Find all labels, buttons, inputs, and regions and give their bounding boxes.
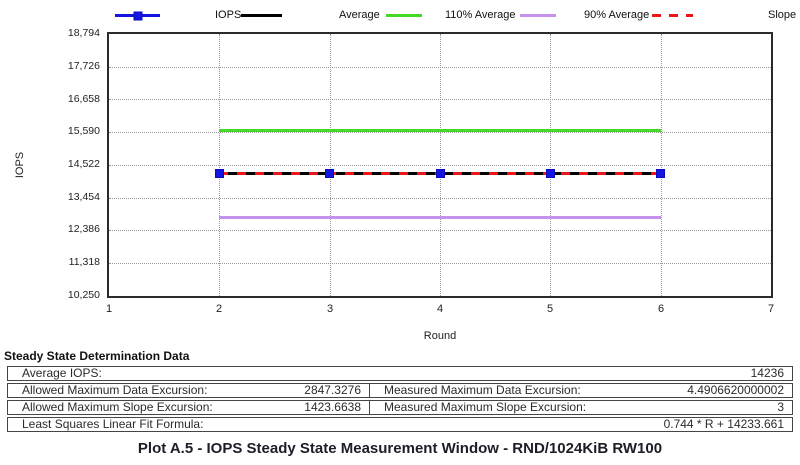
table-row-slope-excursion: Allowed Maximum Slope Excursion: 1423.66… <box>7 400 793 415</box>
legend-label-slope: Slope <box>768 9 796 21</box>
y-tick-label: 10,250 <box>0 289 100 302</box>
x-tick-label: 7 <box>756 303 786 315</box>
row-label: Allowed Maximum Data Excursion: <box>8 384 304 397</box>
x-tick-label: 1 <box>94 303 124 315</box>
table-cell-measured-slope: Measured Maximum Slope Excursion: 3 <box>370 401 792 414</box>
iops-data-point <box>436 169 445 178</box>
v-gridline <box>550 34 551 296</box>
row-label: Least Squares Linear Fit Formula: <box>8 418 664 431</box>
plot-area <box>107 32 773 298</box>
report-page: IOPS Average 110% Average 90% Average Sl… <box>0 0 800 465</box>
row-value: 0.744 * R + 14233.661 <box>664 418 792 431</box>
legend-sample-110pct-average <box>386 14 422 17</box>
legend-label-90pct-average: 90% Average <box>584 9 649 21</box>
row-value: 3 <box>777 401 792 414</box>
row-label: Average IOPS: <box>8 367 751 380</box>
table-row-fit-formula: Least Squares Linear Fit Formula: 0.744 … <box>7 417 793 432</box>
steady-state-table: Average IOPS: 14236 Allowed Maximum Data… <box>7 366 793 434</box>
row-label: Measured Maximum Slope Excursion: <box>370 401 777 414</box>
row-value: 2847.3276 <box>304 384 369 397</box>
y-tick-label: 15,590 <box>0 125 100 138</box>
y-tick-label: 14,522 <box>0 158 100 171</box>
row-value: 1423.6638 <box>304 401 369 414</box>
iops-data-point <box>215 169 224 178</box>
x-tick-label: 6 <box>646 303 676 315</box>
table-row-average-iops: Average IOPS: 14236 <box>7 366 793 381</box>
iops-data-point <box>656 169 665 178</box>
y-tick-label: 13,454 <box>0 191 100 204</box>
iops-data-point <box>325 169 334 178</box>
row-value: 14236 <box>751 367 792 380</box>
line-90pct-average <box>219 216 661 219</box>
v-gridline <box>219 34 220 296</box>
iops-square-marker-icon <box>133 11 142 20</box>
legend-sample-slope <box>652 14 693 17</box>
table-title: Steady State Determination Data <box>4 349 189 363</box>
legend-sample-90pct-average <box>520 14 556 17</box>
row-label: Allowed Maximum Slope Excursion: <box>8 401 304 414</box>
x-tick-label: 5 <box>535 303 565 315</box>
x-tick-label: 4 <box>425 303 455 315</box>
v-gridline <box>440 34 441 296</box>
y-tick-label: 11,318 <box>0 256 100 269</box>
y-tick-label: 18,794 <box>0 27 100 40</box>
legend-label-average: Average <box>339 9 380 21</box>
line-110pct-average <box>219 129 661 132</box>
row-label: Measured Maximum Data Excursion: <box>370 384 687 397</box>
legend-sample-iops <box>115 14 160 17</box>
table-cell-allowed-slope: Allowed Maximum Slope Excursion: 1423.66… <box>8 401 370 414</box>
y-tick-label: 17,726 <box>0 60 100 73</box>
iops-data-point <box>546 169 555 178</box>
v-gridline <box>330 34 331 296</box>
legend-label-110pct-average: 110% Average <box>445 9 516 21</box>
legend-label-iops: IOPS <box>215 9 241 21</box>
y-tick-label: 12,386 <box>0 223 100 236</box>
row-value: 4.4906620000002 <box>687 384 792 397</box>
plot-caption: Plot A.5 - IOPS Steady State Measurement… <box>0 440 800 457</box>
legend-sample-average <box>241 14 282 17</box>
x-tick-label: 2 <box>204 303 234 315</box>
v-gridline <box>661 34 662 296</box>
x-axis-label: Round <box>340 330 540 342</box>
table-cell-allowed-data: Allowed Maximum Data Excursion: 2847.327… <box>8 384 370 397</box>
table-cell-measured-data: Measured Maximum Data Excursion: 4.49066… <box>370 384 792 397</box>
y-tick-label: 16,658 <box>0 93 100 106</box>
table-row-data-excursion: Allowed Maximum Data Excursion: 2847.327… <box>7 383 793 398</box>
x-tick-label: 3 <box>315 303 345 315</box>
